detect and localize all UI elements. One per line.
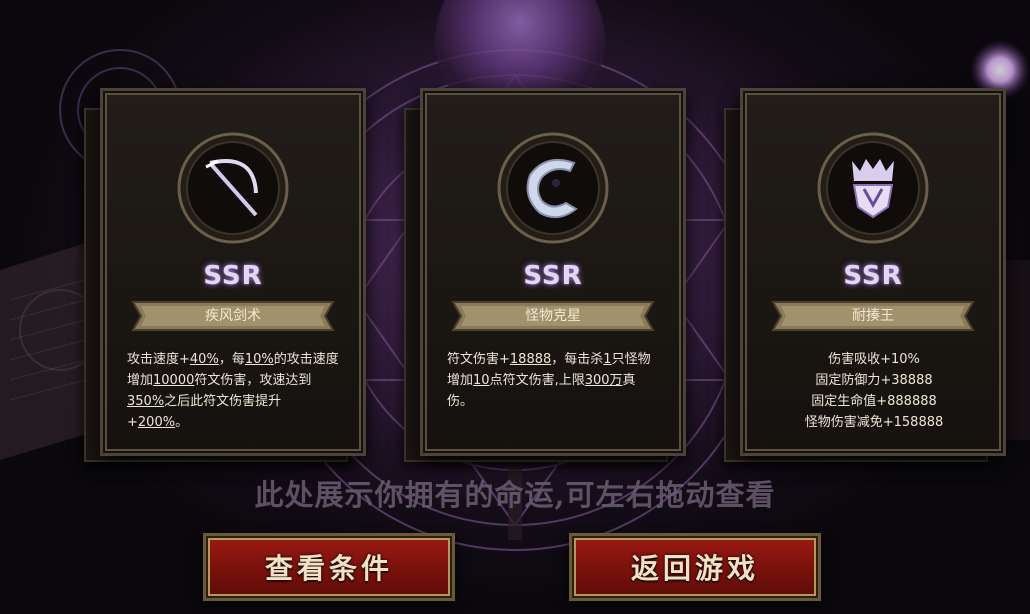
button-label: 查看条件 xyxy=(264,552,393,585)
button-label: 返回游戏 xyxy=(630,552,759,585)
fate-name: 耐揍王 xyxy=(852,308,894,324)
crown-shield-icon xyxy=(817,132,929,244)
fate-description: 攻击速度+40%，每10%的攻击速度增加10000符文伤害，攻速达到350%之后… xyxy=(127,352,339,430)
fate-card-monster-bane[interactable]: SSR 怪物克星 符文伤害+18888，每击杀1只怪物增加10点符文伤害,上限3… xyxy=(420,88,686,456)
return-game-button[interactable]: 返回游戏 xyxy=(569,533,821,601)
rarity-label: SSR xyxy=(203,261,263,291)
fate-name: 怪物克星 xyxy=(525,308,581,324)
fate-card-tank-king[interactable]: SSR 耐揍王 伤害吸收+10% 固定防御力+38888 固定生命值+88888… xyxy=(740,88,1006,456)
dragon-icon xyxy=(497,132,609,244)
game-screen: SSR 疾风剑术 攻击速度+40%，每10%的攻击速度增加10000符文伤害，攻… xyxy=(0,0,1030,614)
drag-hint-text: 此处展示你拥有的命运,可左右拖动查看 xyxy=(254,478,776,512)
fate-card-gale-sword[interactable]: SSR 疾风剑术 攻击速度+40%，每10%的攻击速度增加10000符文伤害，攻… xyxy=(100,88,366,456)
view-conditions-button[interactable]: 查看条件 xyxy=(203,533,455,601)
fate-description: 伤害吸收+10% 固定防御力+38888 固定生命值+888888 怪物伤害减免… xyxy=(804,352,944,430)
scythe-icon xyxy=(177,132,289,244)
rarity-label: SSR xyxy=(523,261,583,291)
fate-description: 符文伤害+18888，每击杀1只怪物增加10点符文伤害,上限300万真伤。 xyxy=(447,352,651,409)
fate-name: 疾风剑术 xyxy=(205,308,261,324)
rarity-label: SSR xyxy=(843,261,903,291)
